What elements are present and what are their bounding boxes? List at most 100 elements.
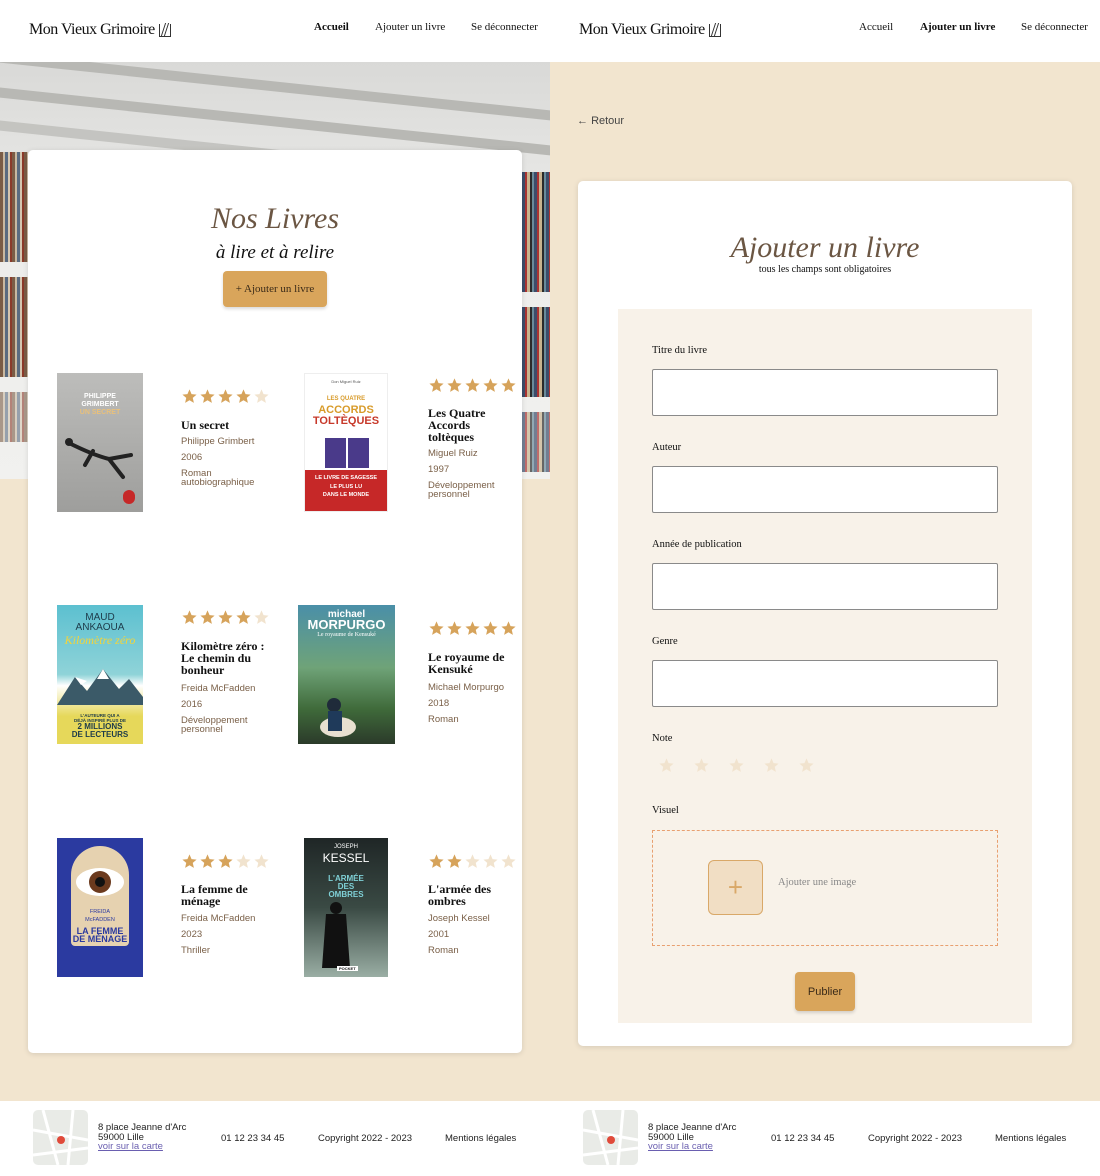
book-author: Philippe Grimbert — [181, 436, 255, 447]
diver-illustration — [65, 438, 133, 479]
nav-ajouter-livre[interactable]: Ajouter un livre — [375, 21, 445, 33]
book-title: Un secret — [181, 418, 230, 432]
book-year: 2016 — [181, 699, 203, 710]
star-icon — [447, 378, 462, 392]
input-genre[interactable] — [652, 660, 998, 707]
star-icon — [429, 854, 444, 868]
star-icon[interactable] — [798, 757, 815, 774]
book-title: L'armée des ombres — [428, 882, 491, 908]
star-icon — [200, 389, 215, 403]
books-page: Mon Vieux Grimoire Accueil Ajouter un li… — [0, 0, 550, 1176]
add-book-button[interactable]: + Ajouter un livre — [223, 271, 327, 307]
input-annee[interactable] — [652, 563, 998, 610]
book-year: 1997 — [428, 464, 450, 475]
label-titre: Titre du livre — [652, 345, 708, 356]
page-title: Nos Livres — [210, 202, 340, 235]
book-genre: Roman autobiographique — [181, 468, 255, 488]
book-cover: MAUD ANKAOUA Kilomètre zéro L'AUTEURE QU… — [57, 605, 143, 744]
book-cover: PHILIPPE GRIMBERT UN SECRET — [57, 373, 143, 512]
label-genre: Genre — [652, 636, 678, 647]
rating-stars — [428, 377, 517, 394]
books-card: Nos Livres à lire et à relire + Ajouter … — [28, 150, 522, 1053]
form-subtitle: tous les champs sont obligatoires — [758, 264, 892, 275]
site-header: Mon Vieux Grimoire Accueil Ajouter un li… — [0, 0, 550, 62]
star-icon — [236, 389, 251, 403]
star-icon — [501, 621, 516, 635]
map-link[interactable]: voir sur la carte — [98, 1142, 186, 1152]
nav-se-deconnecter[interactable]: Se déconnecter — [1021, 21, 1088, 33]
rating-stars — [428, 620, 517, 637]
star-icon[interactable] — [763, 757, 780, 774]
book-title: Les Quatre Accords toltèques — [428, 406, 486, 444]
star-icon — [182, 389, 197, 403]
add-book-card: Ajouter un livre tous les champs sont ob… — [578, 181, 1072, 1046]
star-icon[interactable] — [658, 757, 675, 774]
arrow-left-icon: ← — [577, 115, 588, 127]
book-cover: FREIDA McFADDEN LA FEMME DE MÉNAGE — [57, 838, 143, 977]
book-year: 2018 — [428, 698, 450, 709]
footer-phone: 01 12 23 34 45 — [771, 1133, 835, 1144]
rating-stars — [181, 853, 270, 870]
footer-legal-link[interactable]: Mentions légales — [445, 1133, 516, 1144]
rating-stars — [181, 388, 270, 405]
rating-stars — [181, 609, 270, 626]
book-cover: michael MORPURGO Le royaume de Kensuké — [298, 605, 395, 744]
star-icon — [429, 621, 444, 635]
map-thumbnail[interactable] — [33, 1110, 88, 1165]
star-icon — [483, 378, 498, 392]
label-visuel: Visuel — [652, 805, 679, 816]
nav-ajouter-livre[interactable]: Ajouter un livre — [920, 21, 995, 33]
star-icon — [465, 854, 480, 868]
map-thumbnail[interactable] — [583, 1110, 638, 1165]
star-icon — [483, 621, 498, 635]
site-logo[interactable]: Mon Vieux Grimoire — [579, 21, 721, 39]
label-annee: Année de publication — [652, 539, 742, 550]
nav-se-deconnecter[interactable]: Se déconnecter — [471, 21, 538, 33]
footer-address: 8 place Jeanne d'Arc 59000 Lille voir su… — [98, 1123, 186, 1152]
back-link[interactable]: ← Retour — [577, 115, 624, 127]
publish-button[interactable]: Publier — [795, 972, 855, 1011]
label-auteur: Auteur — [652, 442, 682, 453]
footer-phone: 01 12 23 34 45 — [221, 1133, 285, 1144]
star-icon[interactable] — [693, 757, 710, 774]
star-icon — [254, 389, 269, 403]
site-logo[interactable]: Mon Vieux Grimoire — [29, 21, 171, 39]
star-icon — [429, 378, 444, 392]
rating-stars — [428, 853, 517, 870]
book-author: Michael Morpurgo — [428, 682, 505, 693]
star-icon — [218, 389, 233, 403]
star-icon — [465, 621, 480, 635]
star-icon — [200, 610, 215, 624]
book-cover: Don Miguel Ruiz LES QUATRE ACCORDS TOLTÈ… — [304, 373, 388, 512]
add-book-page: Mon Vieux Grimoire Accueil Ajouter un li… — [550, 0, 1100, 1176]
star-icon — [218, 610, 233, 624]
form-title: Ajouter un livre — [730, 231, 920, 264]
input-auteur[interactable] — [652, 466, 998, 513]
star-icon — [254, 610, 269, 624]
book-year: 2006 — [181, 452, 203, 463]
nav-accueil[interactable]: Accueil — [314, 21, 349, 33]
rating-input[interactable] — [658, 757, 815, 774]
add-image-button[interactable]: + — [708, 860, 763, 915]
book-year: 2001 — [428, 929, 450, 940]
footer-legal-link[interactable]: Mentions légales — [995, 1133, 1066, 1144]
star-icon — [182, 854, 197, 868]
star-icon[interactable] — [728, 757, 745, 774]
book-author: Freida McFadden — [181, 683, 256, 694]
star-icon — [447, 854, 462, 868]
star-icon — [182, 610, 197, 624]
label-note: Note — [652, 733, 673, 744]
book-author: Freida McFadden — [181, 913, 256, 924]
input-titre[interactable] — [652, 369, 998, 416]
star-icon — [218, 854, 233, 868]
book-year: 2023 — [181, 929, 203, 940]
map-link[interactable]: voir sur la carte — [648, 1142, 736, 1152]
star-icon — [501, 854, 516, 868]
image-dropzone[interactable]: + Ajouter une image — [652, 830, 998, 946]
book-author: Miguel Ruiz — [428, 448, 478, 459]
book-author: Joseph Kessel — [428, 913, 490, 924]
page-subtitle: à lire et à relire — [215, 242, 335, 263]
nav-accueil[interactable]: Accueil — [859, 21, 893, 33]
book-title: Kilomètre zéro : Le chemin du bonheur — [181, 639, 265, 677]
book-genre: Thriller — [181, 945, 211, 956]
